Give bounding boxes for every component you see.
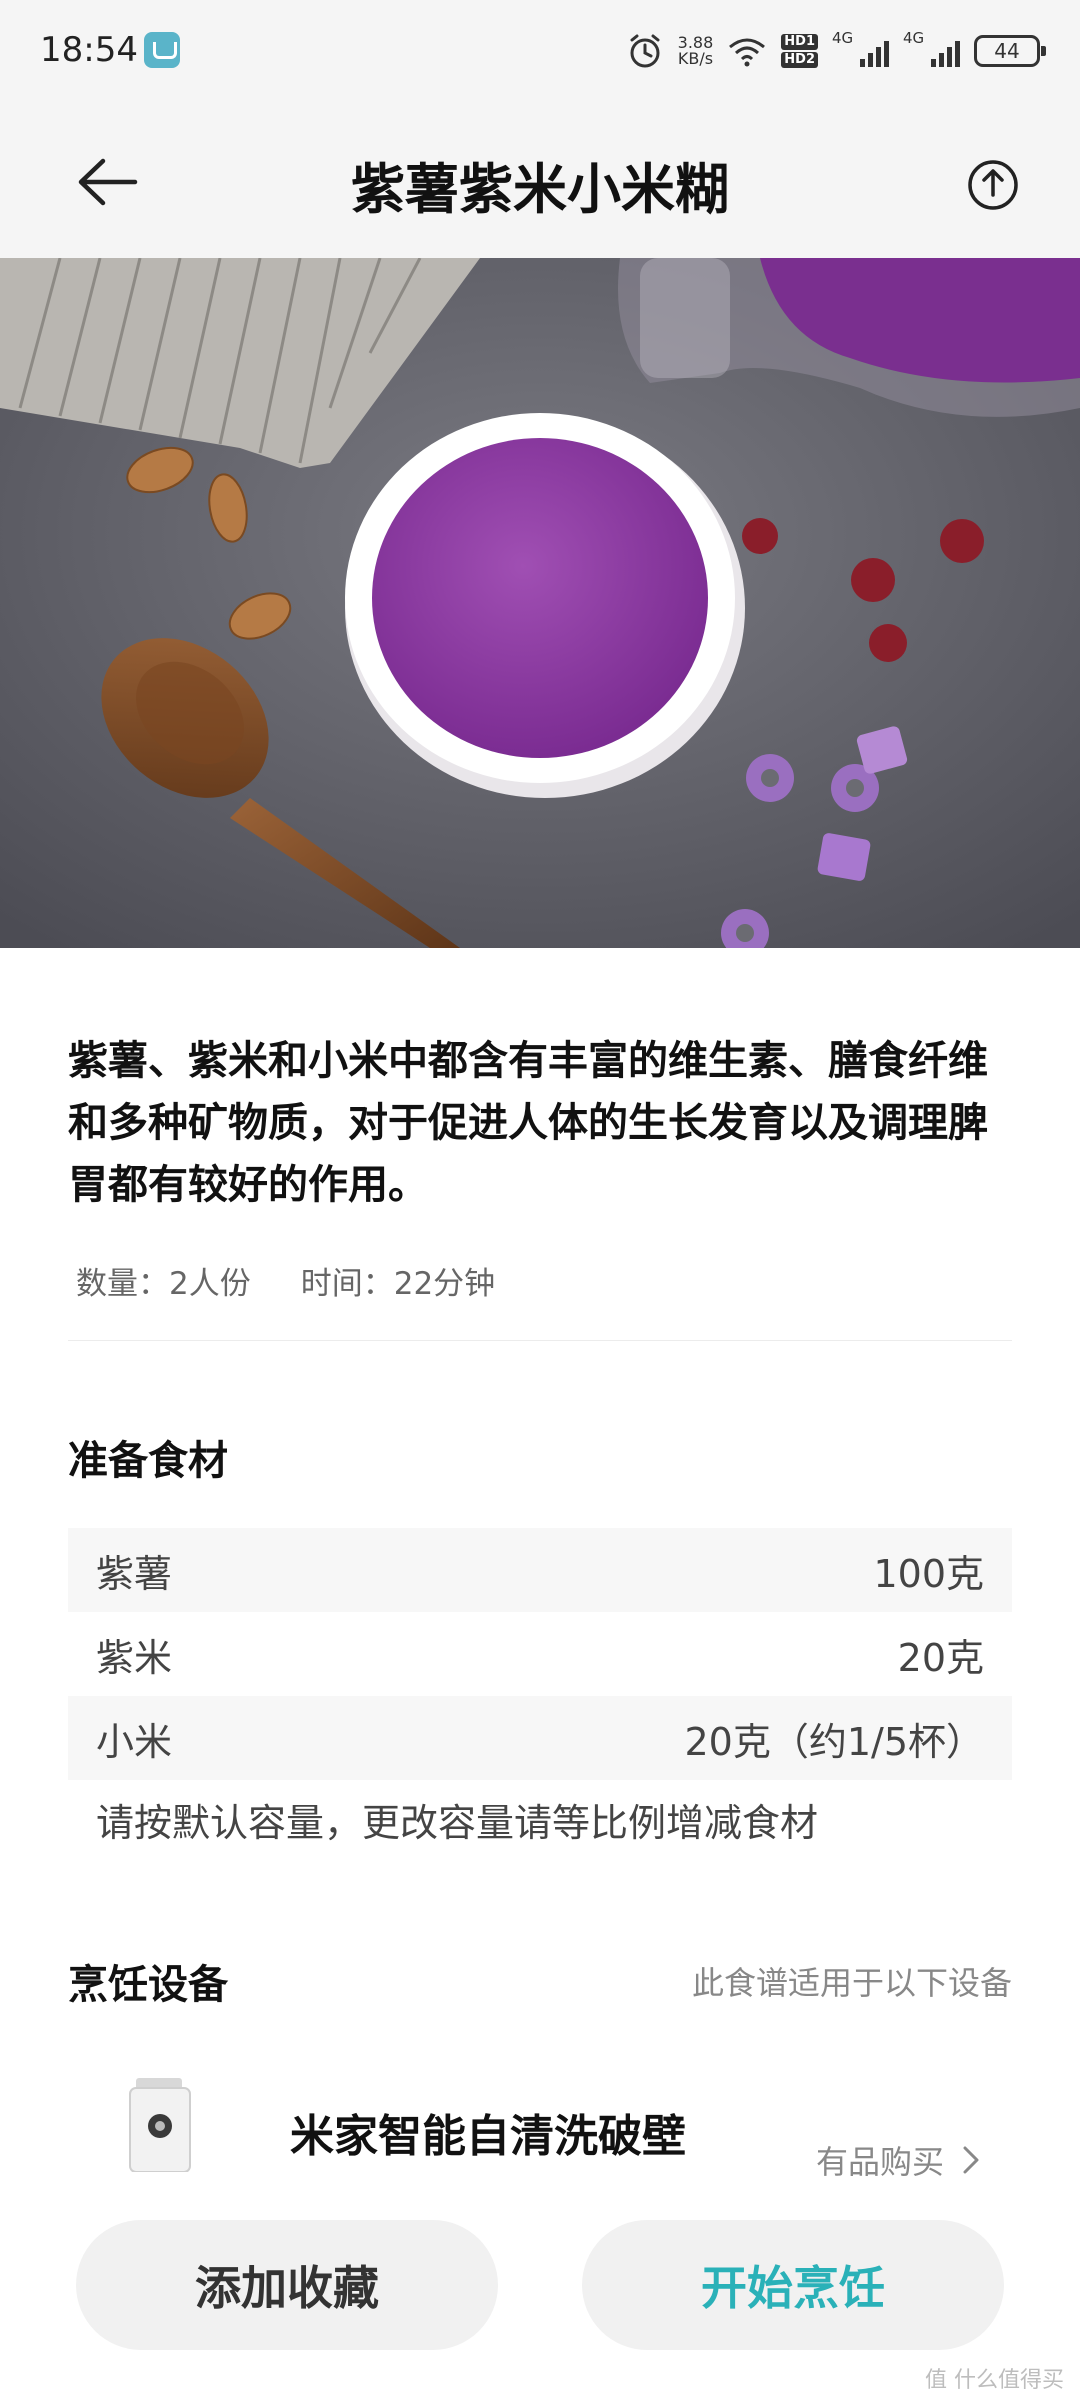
signal-1-icon: 4G (832, 29, 889, 67)
buy-label: 有品购买 (816, 2143, 945, 2181)
devices-title: 烹饪设备 (68, 1962, 228, 2008)
ingredients-title: 准备食材 (68, 1438, 228, 1484)
battery-icon: 44 (974, 35, 1046, 67)
signal-2-label: 4G (903, 29, 925, 47)
buy-link[interactable]: 有品购买 (816, 2136, 980, 2184)
ingredient-row: 小米 20克（约1/5杯） (68, 1696, 1012, 1780)
ingredient-amount: 100克 (873, 1551, 984, 1596)
chevron-right-icon (963, 2146, 979, 2174)
page-title: 紫薯紫米小米糊 (351, 158, 729, 221)
share-button[interactable] (950, 142, 1036, 228)
add-favorite-button[interactable]: 添加收藏 (76, 2220, 498, 2350)
recipe-hero-image (0, 258, 1080, 948)
ingredients-table: 紫薯 100克 紫米 20克 小米 20克（约1/5杯） (68, 1528, 1012, 1780)
blender-device-image[interactable] (120, 2076, 200, 2172)
status-time: 18:54 (40, 30, 138, 70)
devices-subtitle: 此食谱适用于以下设备 (691, 1964, 1012, 2002)
ingredients-note: 请按默认容量，更改容量请等比例增减食材 (96, 1801, 819, 1845)
ingredient-amount: 20克 (897, 1635, 984, 1680)
recipe-meta: 数量：2人份 时间：22分钟 (76, 1258, 495, 1303)
ingredient-row: 紫米 20克 (68, 1612, 1012, 1696)
start-cooking-button[interactable]: 开始烹饪 (582, 2220, 1004, 2350)
net-speed-unit: KB/s (677, 49, 714, 68)
wifi-icon (729, 38, 766, 67)
watermark: 值 什么值得买 (925, 2368, 1064, 2393)
time-label: 时间：22分钟 (300, 1266, 496, 1302)
ingredient-row: 紫薯 100克 (68, 1528, 1012, 1612)
hd1-badge: HD1 (781, 34, 818, 50)
ingredient-name: 紫薯 (96, 1551, 173, 1596)
ingredient-name: 小米 (96, 1719, 173, 1764)
share-icon (968, 160, 1018, 210)
net-speed: 3.88 KB/s (678, 35, 714, 67)
alarm-icon (630, 34, 660, 68)
signal-2-icon: 4G (903, 29, 960, 67)
hd-badges: HD1 HD2 (781, 34, 818, 68)
recipe-description: 紫薯、紫米和小米中都含有丰富的维生素、膳食纤维和多种矿物质，对于促进人体的生长发… (68, 1038, 988, 1208)
ingredient-amount: 20克（约1/5杯） (684, 1719, 984, 1764)
status-bar: 18:54 3.88 KB/s HD1 HD2 4G 4G 44 (0, 0, 1080, 100)
servings-label: 数量：2人份 (76, 1266, 251, 1302)
ingredient-name: 紫米 (96, 1635, 173, 1680)
bottom-action-bar: 添加收藏 开始烹饪 (0, 2180, 1080, 2400)
status-icons: 3.88 KB/s HD1 HD2 4G 4G 44 (626, 26, 1046, 76)
app-header: 紫薯紫米小米糊 (0, 100, 1080, 258)
mi-home-icon (144, 32, 180, 68)
hd2-badge: HD2 (781, 52, 818, 68)
battery-level: 44 (994, 39, 1020, 63)
signal-1-label: 4G (832, 29, 854, 47)
device-name[interactable]: 米家智能自清洗破壁 (290, 2100, 686, 2164)
divider (68, 1340, 1012, 1341)
